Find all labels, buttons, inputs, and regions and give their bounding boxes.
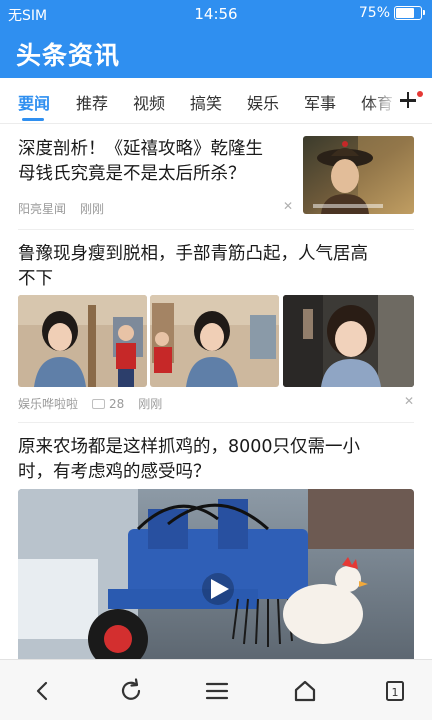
- tabs-icon: 1: [386, 681, 404, 701]
- menu-button[interactable]: [200, 674, 234, 708]
- battery-level: [396, 8, 414, 18]
- article-source: 阳亮星闻: [18, 202, 67, 216]
- notification-dot: [417, 91, 423, 97]
- app-title: 头条资讯: [16, 41, 121, 70]
- channel-tab-bar: 要闻 推荐 视频 搞笑 娱乐 军事 体育: [0, 78, 432, 124]
- tab-gaoxiao[interactable]: 搞笑: [190, 90, 222, 114]
- tab-yaowen[interactable]: 要闻: [18, 90, 50, 114]
- article-time: 刚刚: [80, 202, 105, 216]
- article-card[interactable]: 鲁豫现身瘦到脱相，手部青筋凸起，人气居高 不下 娱乐哗啦啦 28 刚刚 ✕: [0, 230, 432, 420]
- back-icon: [36, 681, 48, 701]
- battery-indicator: 75%: [358, 5, 425, 21]
- article-meta: 阳亮星闻 刚刚: [18, 200, 104, 217]
- battery-percent: 75%: [358, 5, 390, 21]
- tab-count: 1: [392, 686, 399, 699]
- add-channel-button[interactable]: [392, 78, 426, 123]
- dislike-icon[interactable]: ✕: [404, 394, 414, 408]
- browser-bottom-bar: 1: [0, 659, 432, 720]
- article-card[interactable]: 原来农场都是这样抓鸡的，8000只仅需一小 时，有考虑鸡的感受吗？: [0, 423, 432, 659]
- menu-icon: [205, 682, 229, 700]
- article-card[interactable]: 深度剖析！《延禧攻略》乾隆生 母钱氏究竟是不是太后所杀？ 阳亮星闻 刚刚 ✕: [0, 124, 432, 227]
- tabs-button[interactable]: 1: [378, 674, 412, 708]
- article-source: 娱乐哗啦啦: [18, 397, 79, 411]
- home-button[interactable]: [288, 674, 322, 708]
- tab-shipin[interactable]: 视频: [133, 90, 165, 114]
- tab-tuijian[interactable]: 推荐: [76, 90, 108, 114]
- article-time: 刚刚: [138, 397, 163, 411]
- refresh-icon: [121, 678, 141, 700]
- video-thumbnail[interactable]: [18, 489, 414, 659]
- news-feed: 深度剖析！《延禧攻略》乾隆生 母钱氏究竟是不是太后所杀？ 阳亮星闻 刚刚 ✕ 鲁…: [0, 124, 432, 659]
- comment-icon: [92, 398, 106, 409]
- active-tab-indicator: [22, 118, 44, 121]
- tab-junshi[interactable]: 军事: [304, 90, 336, 114]
- battery-icon: [394, 6, 425, 20]
- article-thumbnail[interactable]: [18, 295, 147, 387]
- article-thumbnail[interactable]: [283, 295, 414, 387]
- tab-yule[interactable]: 娱乐: [247, 90, 279, 114]
- article-title[interactable]: 原来农场都是这样抓鸡的，8000只仅需一小 时，有考虑鸡的感受吗？: [18, 435, 418, 485]
- comment-count: 28: [92, 397, 124, 411]
- article-thumbnail[interactable]: [303, 136, 414, 214]
- article-title[interactable]: 深度剖析！《延禧攻略》乾隆生 母钱氏究竟是不是太后所杀？: [18, 137, 293, 187]
- article-thumbnail[interactable]: [150, 295, 279, 387]
- dislike-icon[interactable]: ✕: [283, 199, 293, 213]
- article-meta: 娱乐哗啦啦 28 刚刚: [18, 395, 162, 412]
- home-icon: [294, 680, 316, 702]
- article-title[interactable]: 鲁豫现身瘦到脱相，手部青筋凸起，人气居高 不下: [18, 242, 418, 292]
- refresh-button[interactable]: [114, 674, 148, 708]
- back-button[interactable]: [26, 674, 60, 708]
- app-header: 头条资讯: [0, 28, 432, 78]
- status-bar: 无SIM 14:56 75%: [0, 0, 432, 28]
